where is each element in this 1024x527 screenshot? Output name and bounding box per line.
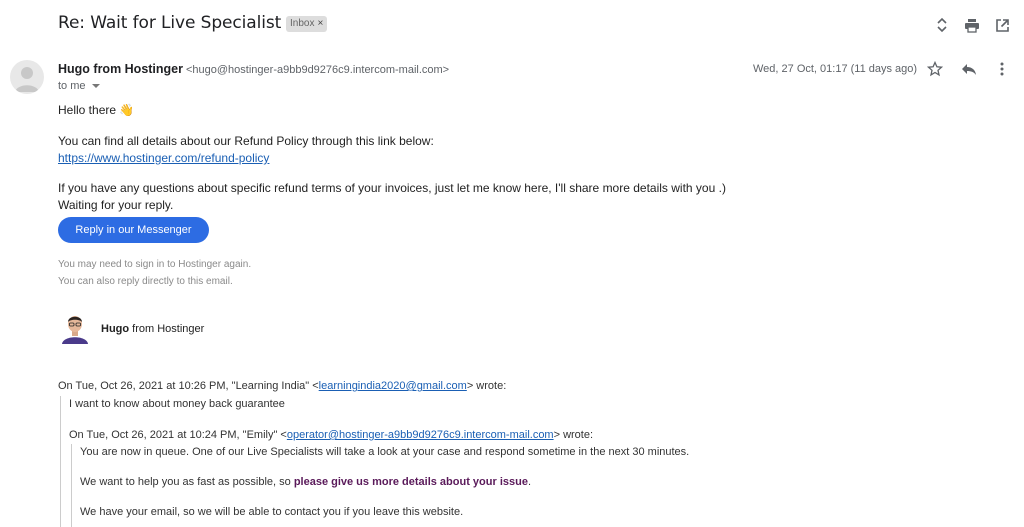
sender-line: Hugo from Hostinger <hugo@hostinger-a9bb9… <box>58 62 449 76</box>
greeting: Hello there 👋 <box>58 103 134 117</box>
nested-quote-header-prefix: On Tue, Oct 26, 2021 at 10:24 PM, "Emily… <box>69 429 287 441</box>
greeting-text: Hello there <box>58 103 117 117</box>
recipient-text: to me <box>58 80 86 92</box>
remove-label-icon[interactable]: × <box>317 18 323 29</box>
email-subject: Re: Wait for Live Specialist <box>58 13 282 33</box>
quote-sender-email-link[interactable]: learningindia2020@gmail.com <box>319 380 467 392</box>
label-text: Inbox <box>290 18 315 29</box>
quoted-message: I want to know about money back guarante… <box>69 398 285 410</box>
signature-first-name: Hugo <box>101 323 130 335</box>
quote-header-prefix: On Tue, Oct 26, 2021 at 10:26 PM, "Learn… <box>58 380 319 392</box>
quote-bar <box>60 396 61 527</box>
sign-in-note: You may need to sign in to Hostinger aga… <box>58 259 252 270</box>
star-icon[interactable] <box>926 60 944 78</box>
details-request: We want to help you as fast as possible,… <box>80 476 531 488</box>
questions-text: If you have any questions about specific… <box>58 181 726 195</box>
details-request-emphasis: please give us more details about your i… <box>293 476 528 488</box>
hugo-avatar <box>61 312 89 344</box>
quote-header: On Tue, Oct 26, 2021 at 10:26 PM, "Learn… <box>58 380 506 392</box>
inbox-label-chip[interactable]: Inbox × <box>286 16 328 32</box>
waving-hand-icon: 👋 <box>119 103 135 117</box>
refund-intro: You can find all details about our Refun… <box>58 134 434 148</box>
nested-quote-header-suffix: > wrote: <box>553 429 594 441</box>
reply-in-messenger-button[interactable]: Reply in our Messenger <box>58 217 209 243</box>
signature-name: Hugo from Hostinger <box>101 323 204 335</box>
refund-policy-link[interactable]: https://www.hostinger.com/refund-policy <box>58 151 269 165</box>
sender-email: <hugo@hostinger-a9bb9d9276c9.intercom-ma… <box>186 64 450 76</box>
quote-header-suffix: > wrote: <box>466 380 507 392</box>
waiting-text: Waiting for your reply. <box>58 198 174 212</box>
details-request-suffix: . <box>527 476 532 488</box>
unfold-icon[interactable] <box>933 16 951 34</box>
details-request-prefix: We want to help you as fast as possible,… <box>80 476 294 488</box>
nested-quote-header: On Tue, Oct 26, 2021 at 10:24 PM, "Emily… <box>69 429 593 441</box>
queue-message: You are now in queue. One of our Live Sp… <box>80 446 690 458</box>
reply-icon[interactable] <box>960 60 978 78</box>
open-in-new-window-icon[interactable] <box>993 16 1011 34</box>
chevron-down-icon[interactable] <box>91 84 100 89</box>
email-date: Wed, 27 Oct, 01:17 (11 days ago) <box>753 63 918 75</box>
recipient-toggle[interactable]: to me <box>58 80 100 92</box>
reply-note: You can also reply directly to this emai… <box>58 276 233 287</box>
sender-avatar[interactable] <box>10 60 44 94</box>
contact-note: We have your email, so we will be able t… <box>80 506 464 518</box>
more-vert-icon[interactable] <box>993 60 1011 78</box>
nested-quote-bar <box>71 444 72 527</box>
sender-name[interactable]: Hugo from Hostinger <box>58 62 183 76</box>
print-icon[interactable] <box>963 16 981 34</box>
signature-company: from Hostinger <box>132 323 205 335</box>
operator-email-link[interactable]: operator@hostinger-a9bb9d9276c9.intercom… <box>287 429 554 441</box>
